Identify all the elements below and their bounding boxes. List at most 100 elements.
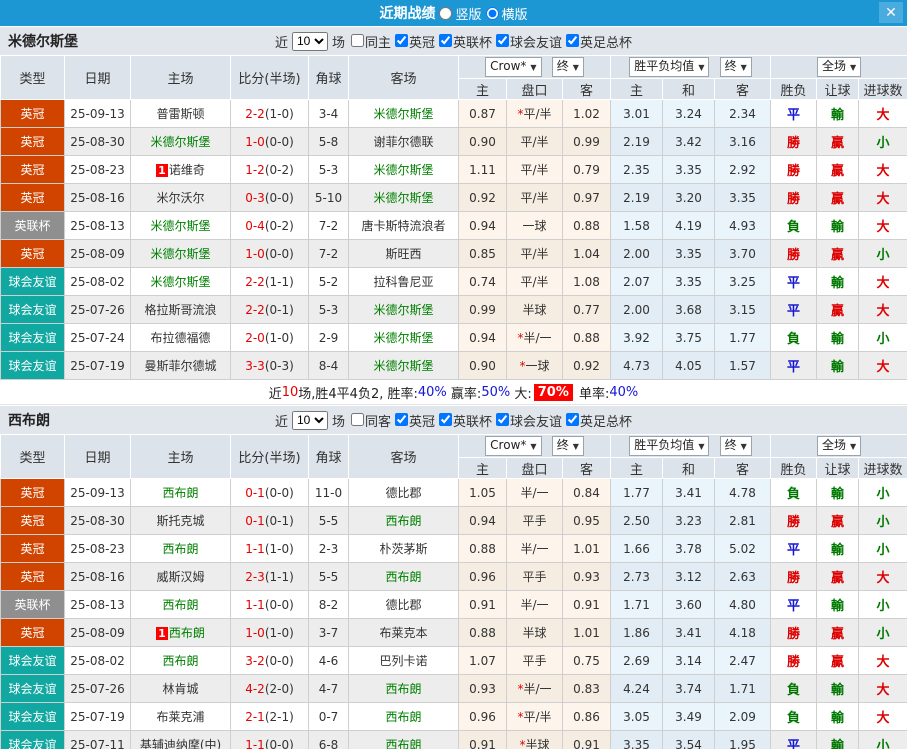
- team2-league-checkbox-3[interactable]: [566, 412, 580, 426]
- home-team-cell[interactable]: 斯托克城: [130, 506, 231, 535]
- away-team-cell[interactable]: 朴茨茅斯: [348, 534, 459, 563]
- home-team-cell[interactable]: 威斯汉姆: [130, 562, 231, 591]
- wdl-result: 平: [770, 295, 818, 324]
- team1-league-checkbox-0[interactable]: [394, 33, 408, 47]
- home-team-cell[interactable]: 布莱克浦: [130, 702, 231, 731]
- mean-draw: 3.78: [662, 534, 716, 563]
- wdl-mean-dropdown[interactable]: 胜平负均值 ▼: [629, 57, 710, 77]
- away-team-cell[interactable]: 德比郡: [348, 478, 459, 507]
- home-team-cell[interactable]: 林肯城: [130, 674, 231, 703]
- final-odds-dropdown[interactable]: 终 ▼: [551, 436, 584, 456]
- away-team-name: 米德尔斯堡: [373, 303, 434, 317]
- team1-league-checkbox-1[interactable]: [439, 33, 452, 47]
- close-button[interactable]: ✕: [879, 2, 903, 23]
- team1-same-venue-checkbox[interactable]: [350, 33, 364, 47]
- team1-same-venue-filter[interactable]: 同主: [345, 32, 391, 51]
- team1-league-filter-1[interactable]: 英联杯: [435, 32, 492, 51]
- away-team-cell[interactable]: 米德尔斯堡: [348, 155, 459, 184]
- team2-same-venue-filter[interactable]: 同客: [345, 411, 391, 430]
- team2-league-checkbox-1[interactable]: [439, 412, 452, 426]
- team1-league-checkbox-2[interactable]: [496, 33, 510, 47]
- team1-match-count-select[interactable]: 10: [291, 31, 328, 51]
- home-team-cell[interactable]: 米德尔斯堡: [130, 211, 231, 240]
- home-team-cell[interactable]: 米德尔斯堡: [130, 239, 231, 268]
- team2-league-filter-3[interactable]: 英足总杯: [562, 411, 632, 430]
- home-team-cell[interactable]: 西布朗: [130, 534, 231, 563]
- final-mean-dropdown[interactable]: 终 ▼: [719, 436, 752, 456]
- mean-home: 2.73: [610, 562, 664, 591]
- home-odds: 0.94: [458, 323, 507, 352]
- final-mean-dropdown[interactable]: 终 ▼: [719, 57, 752, 77]
- chevron-down-icon: ▼: [530, 442, 537, 451]
- match-row: 球会友谊 25-07-19 布莱克浦 2-1(2-1) 0-7 西布朗 0.96…: [0, 702, 907, 731]
- away-odds: 0.91: [561, 590, 612, 619]
- team1-league-filter-2[interactable]: 球会友谊: [492, 32, 562, 51]
- away-team-cell[interactable]: 布莱克本: [348, 618, 459, 647]
- away-team-cell[interactable]: 西布朗: [348, 674, 459, 703]
- home-odds: 0.87: [458, 99, 507, 128]
- team2-league-checkbox-2[interactable]: [496, 412, 510, 426]
- team2-league-filter-2[interactable]: 球会友谊: [492, 411, 562, 430]
- wdl-mean-dropdown[interactable]: 胜平负均值 ▼: [629, 436, 710, 456]
- away-team-cell[interactable]: 西布朗: [348, 730, 459, 749]
- team2-match-count-select[interactable]: 10: [291, 410, 328, 430]
- team1-league-checkbox-3[interactable]: [566, 33, 580, 47]
- odds-source-dropdown[interactable]: Crow* ▼: [485, 57, 542, 77]
- home-team-cell[interactable]: 西布朗: [130, 478, 231, 507]
- halftime-score: (0-0): [264, 737, 294, 749]
- home-team-cell[interactable]: 西布朗: [130, 590, 231, 619]
- away-team-cell[interactable]: 米德尔斯堡: [348, 351, 459, 380]
- home-team-cell[interactable]: 1 西布朗: [130, 618, 231, 647]
- vertical-layout-radio[interactable]: [439, 6, 453, 20]
- away-team-cell[interactable]: 唐卡斯特流浪者: [348, 211, 459, 240]
- goals-result: 大: [858, 646, 907, 675]
- mean-away: 4.80: [714, 590, 772, 619]
- home-team-cell[interactable]: 格拉斯哥流浪: [130, 295, 231, 324]
- team2-league-checkbox-0[interactable]: [394, 412, 408, 426]
- team2-same-venue-checkbox[interactable]: [350, 412, 364, 426]
- horizontal-layout-option[interactable]: 横版: [485, 4, 528, 23]
- away-odds: 0.95: [561, 506, 612, 535]
- team2-league-filter-0[interactable]: 英冠: [391, 411, 435, 430]
- team1-league-filter-0[interactable]: 英冠: [391, 32, 435, 51]
- full-match-dropdown[interactable]: 全场 ▼: [816, 436, 862, 456]
- odds-source-dropdown[interactable]: Crow* ▼: [485, 436, 542, 456]
- away-team-cell[interactable]: 米德尔斯堡: [348, 323, 459, 352]
- full-match-dropdown[interactable]: 全场 ▼: [816, 57, 862, 77]
- away-team-cell[interactable]: 米德尔斯堡: [348, 99, 459, 128]
- away-team-cell[interactable]: 巴列卡诺: [348, 646, 459, 675]
- home-team-cell[interactable]: 米尔沃尔: [130, 183, 231, 212]
- final-odds-dropdown[interactable]: 终 ▼: [551, 57, 584, 77]
- away-team-cell[interactable]: 德比郡: [348, 590, 459, 619]
- home-team-cell[interactable]: 西布朗: [130, 646, 231, 675]
- vertical-layout-option[interactable]: 竖版: [439, 4, 482, 23]
- home-team-cell[interactable]: 基辅迪纳摩(中): [130, 730, 231, 749]
- home-team-cell[interactable]: 米德尔斯堡: [130, 127, 231, 156]
- home-team-cell[interactable]: 布拉德福德: [130, 323, 231, 352]
- away-team-cell[interactable]: 西布朗: [348, 562, 459, 591]
- away-team-cell[interactable]: 西布朗: [348, 506, 459, 535]
- corner-count: 5-10: [308, 183, 349, 212]
- home-team-cell[interactable]: 曼斯菲尔德城: [130, 351, 231, 380]
- away-team-cell[interactable]: 西布朗: [348, 702, 459, 731]
- team2-league-filter-1[interactable]: 英联杯: [435, 411, 492, 430]
- horizontal-layout-radio[interactable]: [485, 6, 499, 20]
- home-team-name: 布莱克浦: [156, 710, 205, 724]
- mean-away: 1.77: [714, 323, 772, 352]
- away-team-cell[interactable]: 拉科鲁尼亚: [348, 267, 459, 296]
- away-team-cell[interactable]: 米德尔斯堡: [348, 295, 459, 324]
- away-team-cell[interactable]: 米德尔斯堡: [348, 183, 459, 212]
- home-team-cell[interactable]: 米德尔斯堡: [130, 267, 231, 296]
- team1-league-filter-3[interactable]: 英足总杯: [562, 32, 632, 51]
- match-type-badge: 球会友谊: [0, 674, 65, 703]
- mean-draw: 3.20: [662, 183, 716, 212]
- handicap-result: 輸: [816, 99, 860, 128]
- away-team-cell[interactable]: 谢菲尔德联: [348, 127, 459, 156]
- home-team-cell[interactable]: 1 诺维奇: [130, 155, 231, 184]
- halftime-score: (0-0): [264, 134, 294, 149]
- halftime-score: (1-0): [264, 106, 294, 121]
- halftime-score: (0-1): [264, 513, 294, 528]
- mean-away: 2.09: [714, 702, 772, 731]
- home-team-cell[interactable]: 普雷斯顿: [130, 99, 231, 128]
- away-team-cell[interactable]: 斯旺西: [348, 239, 459, 268]
